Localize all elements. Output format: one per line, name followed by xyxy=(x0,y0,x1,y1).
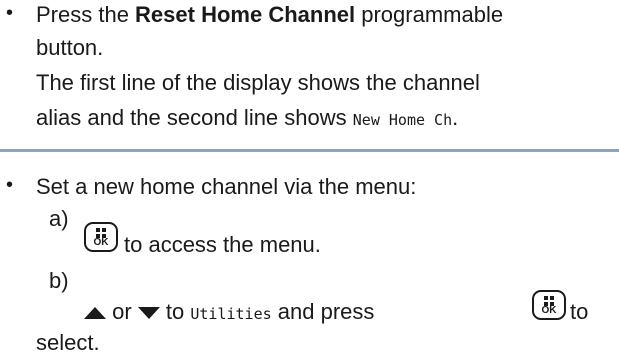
reset-line-2: button. xyxy=(36,35,104,60)
step-b-label: b) xyxy=(49,268,69,293)
display-text-new-home: New Home Ch xyxy=(352,111,453,129)
step-b-line: or to Utilities and press xyxy=(84,299,374,327)
or-text: or xyxy=(106,299,138,324)
utilities-menu-item: Utilities xyxy=(190,305,272,323)
and-press-text: and press xyxy=(271,299,375,324)
down-arrow-icon xyxy=(137,307,160,320)
menu-ok-key-icon: OK xyxy=(84,222,118,252)
reset-line-1-pre: Press the xyxy=(36,2,136,27)
up-arrow-icon xyxy=(84,307,106,320)
to-text: to xyxy=(159,299,191,324)
bullet-marker: • xyxy=(6,174,14,196)
menu-ok-key-icon: OK xyxy=(532,290,566,320)
reset-line-3: The first line of the display shows the … xyxy=(36,70,480,95)
reset-line-1: Press the Reset Home Channel programmabl… xyxy=(36,2,503,28)
reset-line-1-post: programmable xyxy=(355,2,504,27)
menu-intro: Set a new home channel via the menu: xyxy=(36,174,417,199)
step-a-text: to access the menu. xyxy=(124,232,321,257)
reset-line-4-post: . xyxy=(452,105,459,130)
section-divider xyxy=(0,149,619,152)
ok-label: OK xyxy=(93,237,109,248)
reset-line-4-pre: alias and the second line shows xyxy=(36,105,353,130)
reset-line-4: alias and the second line shows New Home… xyxy=(36,105,458,133)
step-a-label: a) xyxy=(49,206,69,231)
ok-label: OK xyxy=(541,305,557,316)
bullet-marker: • xyxy=(6,2,14,24)
reset-button-name: Reset Home Channel xyxy=(135,2,356,27)
to-end-text: to xyxy=(570,299,589,324)
select-text: select. xyxy=(36,330,100,355)
